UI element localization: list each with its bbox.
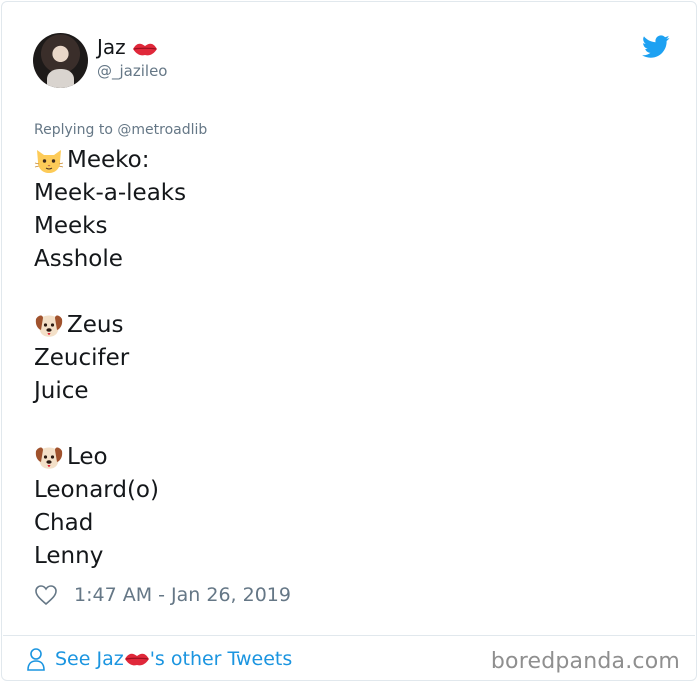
line-text: Juice (34, 378, 89, 404)
tweet-line: Asshole (34, 243, 186, 276)
tweet-line: Juice (34, 375, 186, 408)
kiss-mark-icon (133, 43, 158, 55)
line-text: Asshole (34, 246, 123, 272)
author-handle[interactable]: @_jazileo (97, 62, 167, 80)
tweet-line: Zeucifer (34, 342, 186, 375)
cat-face-icon (34, 149, 64, 173)
tweet-line: Lenny (34, 540, 186, 573)
author-name-text: Jaz (97, 35, 126, 59)
avatar[interactable] (33, 33, 88, 88)
divider (3, 635, 695, 636)
tweet-line: Meeks (34, 210, 186, 243)
tweet-line: Leonard(o) (34, 474, 186, 507)
heart-icon[interactable] (34, 584, 58, 606)
tweet-line: Zeus (34, 309, 186, 342)
replying-to[interactable]: Replying to @metroadlib (34, 122, 207, 138)
line-text: Leo (67, 444, 108, 470)
tweet-line: Meek-a-leaks (34, 177, 186, 210)
author-name[interactable]: Jaz (97, 35, 158, 59)
dog-face-icon (35, 447, 63, 469)
tweet-line: Chad (34, 507, 186, 540)
dog-face-icon (35, 315, 63, 337)
twitter-bird-icon[interactable] (642, 35, 670, 59)
person-icon (27, 648, 45, 671)
line-text: Lenny (34, 543, 104, 569)
line-text: Leonard(o) (34, 477, 159, 503)
tweet-line: Leo (34, 441, 186, 474)
line-text: Meek-a-leaks (34, 180, 187, 206)
line-text: Zeucifer (34, 345, 130, 371)
kiss-mark-icon (124, 653, 149, 666)
line-text: Meeko: (67, 147, 150, 173)
tweet-text: Meeko: Meek-a-leaks Meeks Asshole Zeus Z… (34, 144, 186, 573)
tweet-timestamp[interactable]: 1:47 AM - Jan 26, 2019 (74, 584, 291, 606)
see-suffix: 's other Tweets (149, 648, 293, 670)
watermark: boredpanda.com (490, 649, 680, 674)
see-other-tweets-link[interactable]: See Jaz 's other Tweets (26, 647, 292, 671)
tweet-line: Meeko: (34, 144, 186, 177)
tweet-card: Jaz @_jazileo Replying to @metroadlib Me… (1, 1, 697, 681)
line-text: Meeks (34, 213, 108, 239)
see-prefix: See Jaz (55, 648, 124, 670)
line-text: Zeus (67, 312, 124, 338)
line-text: Chad (34, 510, 94, 536)
tweet-meta: 1:47 AM - Jan 26, 2019 (34, 584, 291, 606)
